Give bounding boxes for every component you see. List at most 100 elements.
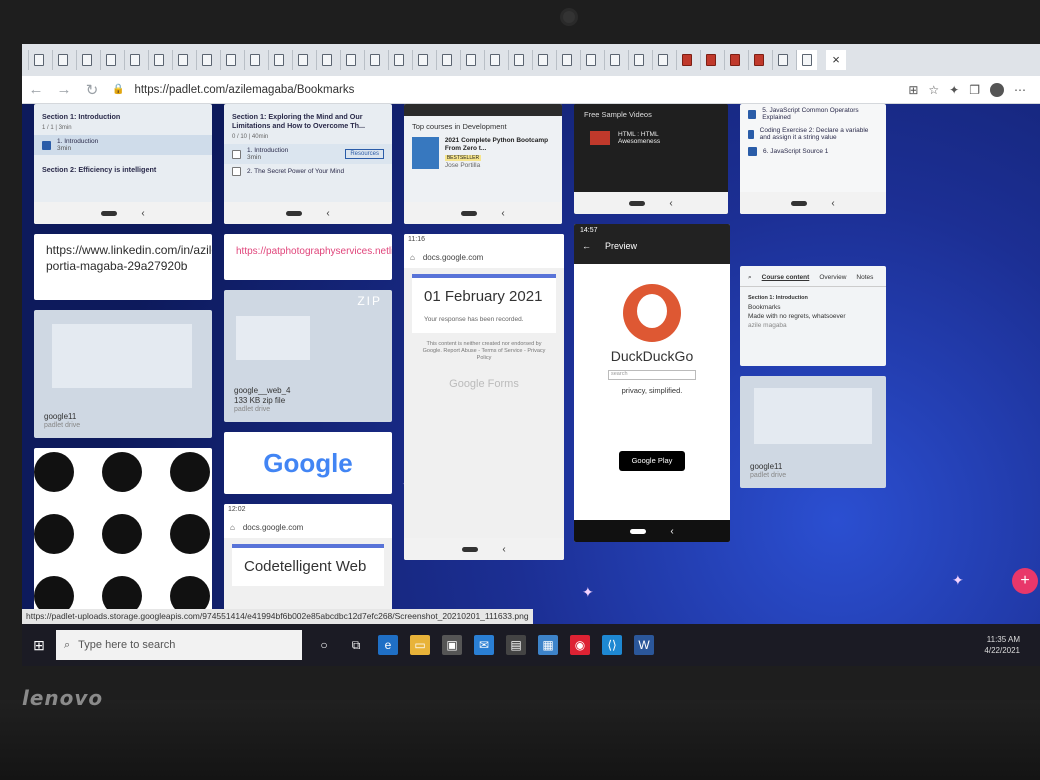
browser-tab[interactable]: [484, 50, 505, 70]
duckduckgo-screenshot-card[interactable]: 14:57 ← Preview DuckDuckGo search privac…: [574, 224, 730, 542]
browser-tab[interactable]: [748, 50, 769, 70]
course-card-1[interactable]: Section 1: Introduction 1 / 1 | 3min 1. …: [34, 104, 212, 224]
photography-url[interactable]: https://patphotographyservices.netlify.a…: [236, 246, 392, 257]
back-chevron-icon[interactable]: ‹: [831, 198, 834, 209]
linkedin-link-card[interactable]: https://www.linkedin.com/in/azile-portia…: [34, 234, 212, 300]
browser-tab[interactable]: [220, 50, 241, 70]
mail-icon[interactable]: ✉: [474, 635, 494, 655]
browser-tab[interactable]: [772, 50, 793, 70]
checkbox-checked[interactable]: [748, 109, 757, 119]
google-logo-card[interactable]: Google: [224, 432, 392, 494]
file-card-zip[interactable]: ZIP google__web_4 133 KB zip file padlet…: [224, 290, 392, 422]
taskbar-search[interactable]: ⌕ Type here to search: [56, 630, 302, 660]
back-chevron-icon[interactable]: ‹: [501, 208, 504, 219]
browser-tab[interactable]: [196, 50, 217, 70]
back-arrow-icon[interactable]: ←: [582, 241, 591, 251]
browser-tab[interactable]: [532, 50, 553, 70]
browser-tab[interactable]: [436, 50, 457, 70]
add-post-button[interactable]: +: [1012, 568, 1038, 594]
task-view-icon[interactable]: ⧉: [346, 635, 366, 655]
bookmarks-screenshot-card[interactable]: ⌕ Course content Overview Notes Section …: [740, 266, 886, 366]
home-pill[interactable]: [630, 528, 647, 534]
edge-icon[interactable]: e: [378, 635, 398, 655]
back-chevron-icon[interactable]: ‹: [669, 198, 672, 209]
profile-avatar[interactable]: [990, 82, 1004, 97]
browser-tab[interactable]: [652, 50, 673, 70]
browser-tab[interactable]: [724, 50, 745, 70]
browser-tab[interactable]: [460, 50, 481, 70]
home-icon[interactable]: ⌂: [410, 253, 415, 262]
collections-icon[interactable]: ❐: [969, 83, 980, 97]
back-chevron-icon[interactable]: ‹: [326, 208, 329, 219]
back-chevron-icon[interactable]: ‹: [502, 544, 505, 555]
apps-icon[interactable]: ⊞: [908, 83, 918, 97]
home-pill[interactable]: [462, 546, 479, 552]
reload-icon[interactable]: ↻: [78, 77, 106, 103]
browser-tab[interactable]: [676, 50, 697, 70]
bookmark-star-icon[interactable]: ☆: [928, 83, 939, 97]
home-icon[interactable]: ⌂: [230, 523, 235, 532]
cortana-icon[interactable]: ○: [314, 635, 334, 655]
address-bar[interactable]: 🔒 https://padlet.com/azilemagaba/Bookmar…: [112, 79, 908, 101]
browser-tab[interactable]: [76, 50, 97, 70]
browser-tab[interactable]: [580, 50, 601, 70]
ddg-search-input[interactable]: search: [608, 370, 696, 380]
more-menu-icon[interactable]: ⋯: [1014, 83, 1026, 97]
browser-tab[interactable]: [700, 50, 721, 70]
file-card-google11[interactable]: google11 padlet drive: [34, 310, 212, 438]
tab-notes[interactable]: Notes: [856, 274, 873, 282]
lecture-item[interactable]: 1. Introduction 3min: [34, 135, 212, 155]
browser-tab[interactable]: [508, 50, 529, 70]
search-icon[interactable]: ⌕: [748, 274, 752, 282]
home-pill[interactable]: [286, 210, 303, 216]
lecture-item[interactable]: Coding Exercise 2: Declare a variable an…: [740, 124, 886, 144]
browser-tab[interactable]: [388, 50, 409, 70]
top-courses-card[interactable]: Top courses in Development 2021 Complete…: [404, 104, 562, 224]
tab-overview[interactable]: Overview: [819, 274, 846, 282]
course-card-2[interactable]: Section 1: Exploring the Mind and Our Li…: [224, 104, 392, 224]
store-icon[interactable]: ▣: [442, 635, 462, 655]
codetelligent-screenshot-card[interactable]: 12:02 ⌂ docs.google.com Codetelligent We…: [224, 504, 392, 624]
home-pill[interactable]: [791, 200, 808, 206]
tab-close-icon[interactable]: ×: [826, 50, 846, 70]
back-chevron-icon[interactable]: ‹: [141, 208, 144, 219]
lecture-item[interactable]: 5. JavaScript Common Operators Explained: [740, 104, 886, 124]
browser-tab[interactable]: [124, 50, 145, 70]
browser-tab[interactable]: [412, 50, 433, 70]
photos-icon[interactable]: ▦: [538, 635, 558, 655]
lecture-item[interactable]: 1. Introduction 3min Resources: [224, 144, 392, 164]
browser-tab[interactable]: [28, 50, 49, 70]
back-chevron-icon[interactable]: ‹: [670, 526, 673, 537]
chrome-icon[interactable]: ◉: [570, 635, 590, 655]
extensions-icon[interactable]: ✦: [949, 83, 959, 97]
home-pill[interactable]: [629, 200, 646, 206]
browser-tab[interactable]: [604, 50, 625, 70]
js-course-card[interactable]: 5. JavaScript Common Operators Explained…: [740, 104, 886, 214]
browser-tab[interactable]: [364, 50, 385, 70]
google-play-badge[interactable]: Google Play: [619, 451, 685, 471]
checkbox-checked[interactable]: [748, 147, 757, 156]
browser-tab[interactable]: [148, 50, 169, 70]
word-icon[interactable]: W: [634, 635, 654, 655]
file-card-google11-b[interactable]: google11 padlet drive: [740, 376, 886, 488]
lecture-item[interactable]: 6. JavaScript Source 1: [740, 144, 886, 159]
browser-tab[interactable]: [100, 50, 121, 70]
system-tray[interactable]: 11:35 AM 4/22/2021: [984, 634, 1040, 656]
browser-tab[interactable]: [556, 50, 577, 70]
browser-tab[interactable]: [268, 50, 289, 70]
checkbox-checked[interactable]: [42, 140, 51, 150]
checkbox-unchecked[interactable]: [232, 167, 241, 176]
browser-tab[interactable]: [340, 50, 361, 70]
browser-tab[interactable]: [292, 50, 313, 70]
browser-tab[interactable]: [796, 50, 817, 70]
checkbox-unchecked[interactable]: [232, 149, 241, 159]
browser-tab[interactable]: [316, 50, 337, 70]
vscode-icon[interactable]: ⟨⟩: [602, 635, 622, 655]
linkedin-url[interactable]: https://www.linkedin.com/in/azile-portia…: [46, 243, 212, 273]
browser-tab[interactable]: [628, 50, 649, 70]
file-explorer-icon[interactable]: ▭: [410, 635, 430, 655]
google-form-screenshot-card[interactable]: 11:16 ⌂ docs.google.com 01 February 2021…: [404, 234, 564, 560]
app-icon[interactable]: ▤: [506, 635, 526, 655]
photography-link-card[interactable]: https://patphotographyservices.netlify.a…: [224, 234, 392, 280]
windows-start-icon[interactable]: ⊞: [22, 624, 56, 666]
